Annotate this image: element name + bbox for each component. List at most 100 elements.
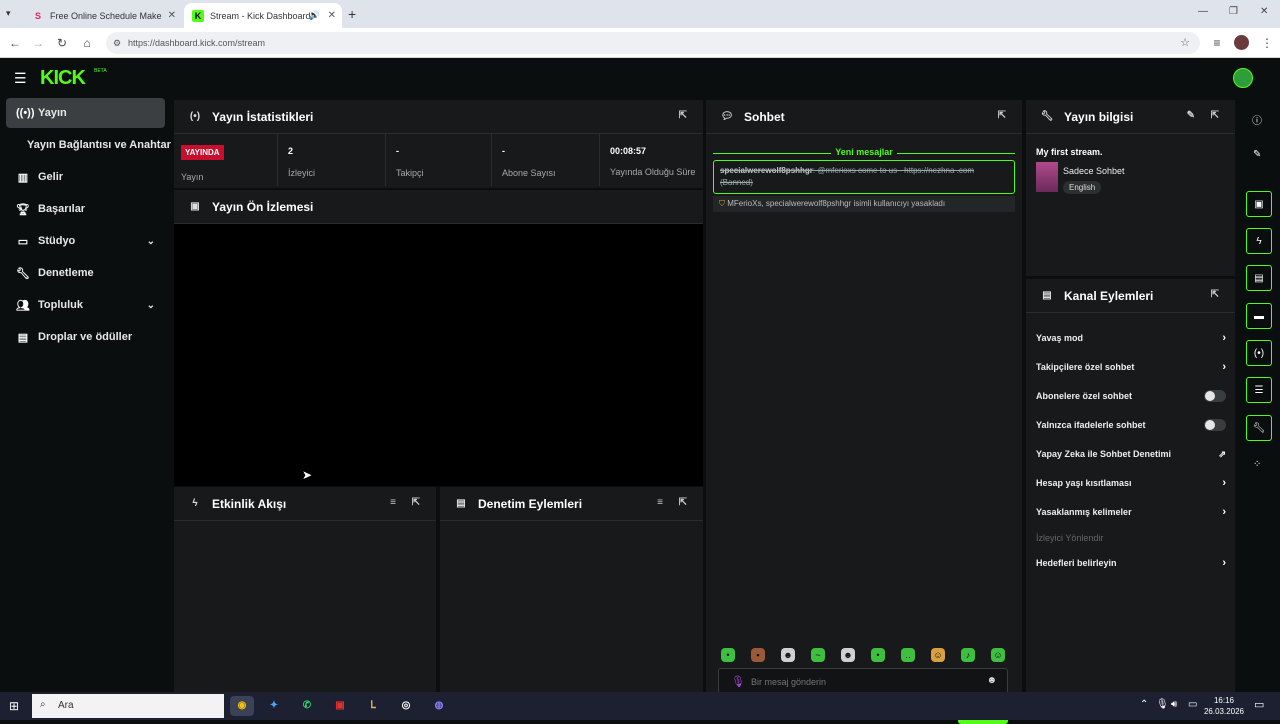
rail-activity-button[interactable]: ϟ [1246,228,1272,254]
popout-icon[interactable]: ⇱ [679,497,687,508]
emotes-only-toggle[interactable] [1204,419,1226,431]
channel-action-ai-moderation[interactable]: Yapay Zeka ile Sohbet Denetimi ⇗ [1036,442,1226,466]
emote-icon[interactable]: • [871,648,885,662]
new-tab-button[interactable]: + [348,6,356,22]
tab-schedule-maker[interactable]: S Free Online Schedule Maker | W ✕ [24,3,182,28]
tray-network-icon[interactable]: ▭ [1188,699,1197,710]
taskbar-app-icon[interactable]: Ⅼ [363,696,383,716]
rail-stream-preview-button[interactable]: ▣ [1246,191,1272,217]
stat-value: 00:08:57 [610,146,647,156]
right-rail-more-icon[interactable]: ⁘ [1253,459,1261,470]
filter-icon[interactable]: ≡ [390,497,396,508]
rail-broadcast-button[interactable]: (•) [1246,340,1272,366]
right-rail-info-icon[interactable]: ⓘ [1252,112,1262,127]
taskbar-app-icon[interactable]: ▣ [330,696,350,716]
channel-action-set-goals[interactable]: Hedefleri belirleyin › [1036,551,1226,575]
emote-icon[interactable]: ♪ [961,648,975,662]
sidebar-item-stream[interactable]: ((•)) Yayın [6,98,165,128]
chat-username[interactable]: specialwerewolf8pshhgr [720,166,813,175]
kick-logo[interactable]: KICK [40,67,86,90]
sidebar-item-achievements[interactable]: 🏆︎ Başarılar [6,194,165,224]
tray-volume-icon[interactable]: 🔊︎ [1171,699,1177,710]
filter-icon[interactable]: ≡ [657,497,663,508]
sidebar-item-revenue[interactable]: ▥ Gelir [6,162,165,192]
taskbar-search-box[interactable]: ⌕ Ara [32,694,224,718]
taskbar-whatsapp-icon[interactable]: ✆ [297,696,317,716]
channel-action-banned-words[interactable]: Yasaklanmış kelimeler › [1036,500,1226,524]
channel-action-slow-mode[interactable]: Yavaş mod › [1036,326,1226,350]
close-tab-icon[interactable]: ✕ [328,10,336,21]
minimize-window-button[interactable]: — [1198,6,1208,17]
user-avatar[interactable] [1233,68,1253,88]
url-field[interactable]: ⚙ https://dashboard.kick.com/stream ☆ [106,32,1200,54]
taskbar-obs-icon[interactable]: ◎ [396,696,416,716]
hamburger-menu-icon[interactable]: ☰ [14,70,27,87]
chat-message-text: : @mferioxs come to us - https://nezhna … [812,166,974,175]
taskbar-app-icon[interactable]: ◍ [429,696,449,716]
taskbar-chrome-icon[interactable]: ◉ [230,696,254,716]
browser-menu-icon[interactable]: ⋮ [1258,34,1276,52]
maximize-window-button[interactable]: ❐ [1229,6,1238,17]
emote-icon[interactable]: ‥ [901,648,915,662]
rail-wrench-button[interactable]: 🔧︎ [1246,415,1272,441]
rail-chat-button[interactable]: ▬ [1246,303,1272,329]
emote-icon[interactable]: • [721,648,735,662]
emote-icon[interactable]: ~ [811,648,825,662]
home-icon[interactable]: ⌂ [78,34,96,52]
sidebar-item-studio[interactable]: ▭ Stüdyo ⌄ [6,226,165,256]
taskbar-app-icon[interactable]: ✦ [264,696,284,716]
forward-icon[interactable]: → [29,34,47,52]
emoji-picker-icon[interactable]: ☻ [986,675,997,686]
tray-clock[interactable]: 16:16 26.03.2026 [1202,695,1246,717]
popout-icon[interactable]: ⇱ [412,497,420,508]
sidebar-item-moderation[interactable]: 🔧︎ Denetleme [6,258,165,288]
reload-icon[interactable]: ↻ [53,34,71,52]
rail-channel-actions-button[interactable]: ☰ [1246,377,1272,403]
rail-mod-actions-button[interactable]: ▤ [1246,265,1272,291]
new-messages-divider[interactable]: Yeni mesajlar [713,142,1015,157]
microphone-icon[interactable]: 🎙︎ [731,675,745,688]
category-name[interactable]: Sadece Sohbet [1063,166,1125,176]
emote-icon[interactable]: ☻ [781,648,795,662]
back-icon[interactable]: ← [6,34,24,52]
emote-icon[interactable]: ▪ [751,648,765,662]
sidebar-item-stream-key[interactable]: Yayın Bağlantısı ve Anahtarı [6,130,172,160]
channel-action-subscribers-only[interactable]: Abonelere özel sohbet [1036,384,1226,408]
popout-icon[interactable]: ⇱ [1211,289,1219,300]
channel-action-account-age[interactable]: Hesap yaşı kısıtlaması › [1036,471,1226,495]
right-rail-edit-icon[interactable]: ✎ [1253,149,1261,160]
channel-action-followers-only[interactable]: Takipçilere özel sohbet › [1036,355,1226,379]
close-tab-icon[interactable]: ✕ [168,10,176,21]
popout-icon[interactable]: ⇱ [998,110,1006,121]
popout-icon[interactable]: ⇱ [679,110,687,121]
chat-message-input[interactable] [751,674,981,690]
speaker-icon[interactable]: 🔊 [309,10,320,21]
subscribers-only-toggle[interactable] [1204,390,1226,402]
notification-center-icon[interactable]: ▭ [1254,698,1264,711]
popout-icon[interactable]: ⇱ [1211,110,1219,121]
stream-preview-video[interactable] [174,225,703,486]
channel-action-label: Abonelere özel sohbet [1036,391,1133,401]
site-info-icon[interactable]: ⚙ [113,32,121,54]
sidebar-item-community[interactable]: 👥︎ Topluluk ⌄ [6,290,165,320]
tray-microphone-icon[interactable]: 🎙︎ [1156,699,1169,710]
chat-message-highlighted[interactable]: specialwerewolf8pshhgr: @mferioxs come t… [713,160,1015,194]
dashboard-icon: ▤ [1042,290,1052,301]
tray-chevron-up-icon[interactable]: ⌃ [1140,699,1148,710]
channel-action-emotes-only[interactable]: Yalnızca ifadelerle sohbet [1036,413,1226,437]
emote-icon[interactable]: ☺ [931,648,945,662]
close-window-button[interactable]: ✕ [1260,6,1268,17]
bookmark-star-icon[interactable]: ☆ [1180,32,1190,54]
profile-avatar[interactable] [1234,35,1249,50]
emote-icon[interactable]: ☺ [991,648,1005,662]
media-control-icon[interactable]: ≡ [1208,34,1226,52]
chat-bubble-icon: 💬︎ [720,111,734,122]
tab-label: Free Online Schedule Maker | W [50,10,162,21]
sidebar-item-drops[interactable]: ▤ Droplar ve ödüller [6,322,165,352]
windows-start-icon[interactable]: ⊞ [9,699,19,713]
emote-icon[interactable]: ☻ [841,648,855,662]
tab-list-button[interactable]: ▾ [6,8,11,19]
edit-pencil-icon[interactable]: ✎ [1187,110,1195,121]
tab-kick-dashboard[interactable]: K Stream - Kick Dashboard 🔊 ✕ [184,3,342,28]
stat-viewers: 2 İzleyici [278,134,386,186]
